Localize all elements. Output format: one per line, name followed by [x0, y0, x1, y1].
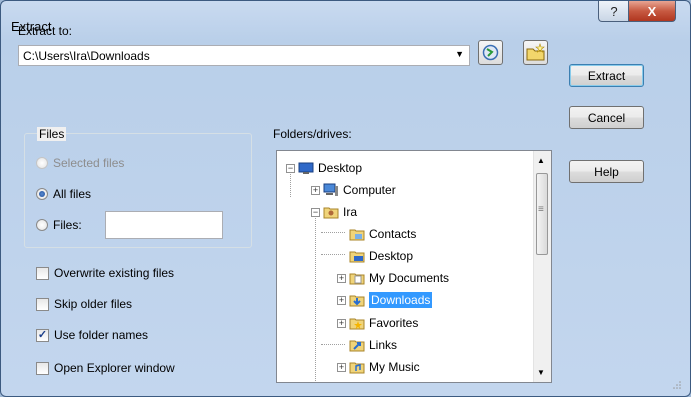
check-mark-icon: ✓	[36, 328, 49, 342]
expand-icon[interactable]: +	[311, 185, 320, 195]
tree-item-label: Ira	[343, 205, 358, 219]
tree-item-label: Contacts	[369, 227, 417, 241]
radio-label: All files	[53, 187, 92, 201]
radio-files[interactable]: Files:	[36, 218, 82, 232]
radio-label: Files:	[53, 218, 82, 232]
checkbox-open-explorer[interactable]: Open Explorer window	[36, 361, 175, 375]
refresh-arrow-icon	[482, 44, 499, 61]
expand-icon[interactable]: +	[337, 273, 346, 283]
desktop-icon	[298, 162, 314, 174]
tree-item-label-selected: Downloads	[369, 292, 433, 308]
extract-button[interactable]: Extract	[569, 64, 644, 87]
tree-item-label: Favorites	[369, 316, 419, 330]
extract-to-combobox[interactable]: C:\Users\Ira\Downloads ▼	[18, 45, 470, 66]
checkbox-box	[36, 361, 49, 375]
extract-to-path: C:\Users\Ira\Downloads	[23, 49, 150, 63]
tree-item-links[interactable]: Links	[349, 337, 397, 353]
tree-item-my-music[interactable]: + My Music	[337, 359, 420, 375]
user-folder-icon	[323, 207, 339, 219]
checkbox-label: Open Explorer window	[54, 361, 175, 375]
checkbox-box	[36, 297, 49, 311]
tree-item-ira[interactable]: − Ira	[311, 204, 357, 220]
tree-item-label: Computer	[343, 183, 396, 197]
radio-selected-files[interactable]: Selected files	[36, 156, 124, 170]
favorites-folder-icon	[349, 318, 365, 330]
checkbox-box	[36, 266, 49, 280]
tree-scrollbar[interactable]: ▲ ≡ ▼	[533, 151, 551, 382]
checkbox-label: Use folder names	[54, 328, 149, 342]
tree-item-label: My Documents	[369, 271, 450, 285]
tree-item-favorites[interactable]: + Favorites	[337, 315, 418, 331]
grip-icon: ≡	[538, 204, 544, 215]
scroll-thumb[interactable]: ≡	[536, 173, 548, 255]
contacts-folder-icon	[349, 229, 365, 241]
cancel-button[interactable]: Cancel	[569, 106, 644, 129]
desktop-folder-icon	[349, 251, 365, 263]
extract-to-label: Extract to:	[18, 24, 73, 38]
computer-icon	[323, 183, 338, 196]
expand-icon[interactable]: +	[337, 362, 346, 372]
tree-item-downloads[interactable]: + Downloads	[337, 292, 433, 308]
browse-button[interactable]	[478, 40, 503, 65]
new-folder-button[interactable]	[523, 40, 548, 65]
folder-tree[interactable]: − Desktop + Computer − Ira Contacts Desk…	[276, 150, 552, 383]
title-help-button[interactable]: ?	[598, 1, 630, 22]
collapse-icon[interactable]: −	[286, 163, 295, 173]
radio-label: Selected files	[53, 156, 125, 170]
checkbox-label: Overwrite existing files	[54, 266, 175, 280]
tree-item-my-documents[interactable]: + My Documents	[337, 270, 449, 286]
documents-folder-icon	[349, 273, 365, 285]
tree-item-label: Links	[369, 338, 398, 352]
radio-indicator	[36, 157, 48, 169]
chevron-down-icon[interactable]: ▼	[455, 49, 464, 59]
new-folder-icon	[526, 43, 545, 61]
downloads-folder-icon	[349, 295, 365, 307]
radio-indicator	[36, 188, 48, 200]
tree-line	[321, 344, 345, 345]
tree-item-computer[interactable]: + Computer	[311, 182, 396, 198]
tree-item-desktop-folder[interactable]: Desktop	[349, 248, 413, 264]
tree-item-label: Desktop	[369, 249, 414, 263]
music-folder-icon	[349, 362, 365, 374]
tree-item-label: My Music	[369, 360, 420, 374]
checkbox-overwrite-existing[interactable]: Overwrite existing files	[36, 266, 174, 280]
tree-line	[321, 254, 345, 255]
files-group-title: Files	[37, 127, 67, 141]
folders-drives-label: Folders/drives:	[273, 127, 352, 141]
tree-item-label: Desktop	[318, 161, 363, 175]
tree-item-contacts[interactable]: Contacts	[349, 226, 416, 242]
tree-item-desktop[interactable]: − Desktop	[286, 160, 362, 176]
expand-icon[interactable]: +	[337, 295, 346, 305]
links-folder-icon	[349, 340, 365, 352]
scroll-down-icon[interactable]: ▼	[537, 368, 545, 377]
checkbox-use-folder-names[interactable]: ✓ Use folder names	[36, 328, 148, 342]
checkbox-skip-older[interactable]: Skip older files	[36, 297, 132, 311]
title-close-button[interactable]: X	[628, 1, 676, 22]
radio-indicator	[36, 219, 48, 231]
expand-icon[interactable]: +	[337, 318, 346, 328]
help-button[interactable]: Help	[569, 160, 644, 183]
collapse-icon[interactable]: −	[311, 207, 320, 217]
tree-line	[321, 232, 345, 233]
checkbox-label: Skip older files	[54, 297, 133, 311]
files-filter-input[interactable]	[105, 211, 223, 239]
radio-all-files[interactable]: All files	[36, 187, 91, 201]
tree-line	[315, 215, 316, 381]
scroll-up-icon[interactable]: ▲	[537, 156, 545, 165]
resize-grip-icon[interactable]	[672, 380, 682, 390]
